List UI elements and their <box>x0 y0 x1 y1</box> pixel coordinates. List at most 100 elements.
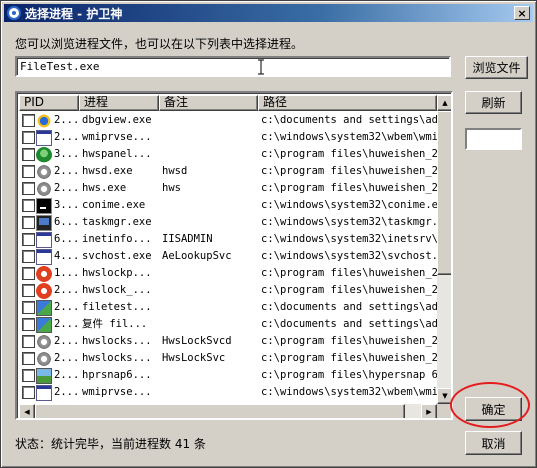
table-row[interactable]: 2... hwslocks... HwsLockSvcd c:\program fil… <box>19 333 437 350</box>
row-checkbox[interactable] <box>22 148 35 161</box>
row-checkbox[interactable] <box>22 386 35 399</box>
row-checkbox[interactable] <box>22 335 35 348</box>
process-name-cell: hwsd.exe <box>82 165 133 177</box>
browse-file-button[interactable]: 浏览文件 <box>465 56 528 79</box>
pid-cell: 2... <box>19 367 79 384</box>
gear-icon <box>36 163 52 180</box>
table-row[interactable]: 2... filetest... c:\documents and settings… <box>19 299 437 316</box>
table-row[interactable]: 2... hprsnap6... c:\program files\hypersna… <box>19 367 437 384</box>
note-cell <box>159 197 258 214</box>
table-row[interactable]: 2... hwslocks... HwsLockSvc c:\program file… <box>19 350 437 367</box>
pid-cell: 3... <box>19 197 79 214</box>
pid-cell: 2... <box>19 299 79 316</box>
scroll-right-button[interactable]: ▶ <box>421 404 437 418</box>
row-checkbox[interactable] <box>22 182 35 195</box>
scroll-up-button[interactable]: ▲ <box>437 95 451 111</box>
table-row[interactable]: 4... svchost.exe AeLookupSvc c:\windows\sys… <box>19 248 437 265</box>
pid-value: 2... <box>54 131 79 143</box>
path-cell: c:\windows\system32\conime.e... <box>261 199 437 211</box>
table-row[interactable]: 2... wmiprvse... c:\windows\system32\wbem\… <box>19 384 437 401</box>
pid-value: 2... <box>54 114 79 126</box>
path-cell: c:\documents and settings\ad... <box>261 114 437 126</box>
pid-value: 2... <box>54 335 79 347</box>
console-icon <box>36 197 52 214</box>
note-cell <box>159 112 258 129</box>
process-name-cell: 复件 fil... <box>82 318 148 330</box>
cancel-button[interactable]: 取消 <box>465 431 522 455</box>
select-process-dialog: 选择进程 - 护卫神 × 您可以浏览进程文件，也可以在以下列表中选择进程。 Fi… <box>0 0 537 468</box>
row-checkbox[interactable] <box>22 284 35 297</box>
pid-value: 6... <box>54 216 79 228</box>
horizontal-scroll-thumb[interactable] <box>35 404 405 418</box>
shield-icon <box>36 146 52 163</box>
pid-cell: 2... <box>19 333 79 350</box>
scroll-left-button[interactable]: ◀ <box>19 404 35 418</box>
column-header-pid[interactable]: PID <box>19 95 79 111</box>
process-list[interactable]: PID 进程 备注 路径 2... dbgview.exe c:\documents… <box>15 91 453 420</box>
path-cell: c:\windows\system32\taskmgr.e... <box>261 216 437 228</box>
pid-value: 2... <box>54 318 79 330</box>
window-icon <box>36 384 52 401</box>
row-checkbox[interactable] <box>22 352 35 365</box>
side-input-field[interactable] <box>465 128 522 150</box>
process-name-cell: wmiprvse... <box>82 131 152 143</box>
table-row[interactable]: 6... taskmgr.exe c:\windows\system32\taskm… <box>19 214 437 231</box>
refresh-button[interactable]: 刷新 <box>465 91 522 114</box>
table-row[interactable]: 3... conime.exe c:\windows\system32\conime… <box>19 197 437 214</box>
scroll-down-button[interactable]: ▼ <box>437 388 451 404</box>
path-cell: c:\documents and settings\ad... <box>261 301 437 313</box>
vertical-scrollbar[interactable]: ▲ ▼ <box>437 95 451 404</box>
column-header-note[interactable]: 备注 <box>159 95 258 111</box>
table-row[interactable]: 2... dbgview.exe c:\documents and settings… <box>19 112 437 129</box>
pid-value: 4... <box>54 250 79 262</box>
note-cell <box>159 214 258 231</box>
title-bar[interactable]: 选择进程 - 护卫神 × <box>4 4 533 22</box>
row-checkbox[interactable] <box>22 199 35 212</box>
photo-icon <box>36 367 52 384</box>
vertical-scroll-thumb[interactable] <box>437 111 451 275</box>
table-row[interactable]: 1... hwslockp... c:\program files\huweishe… <box>19 265 437 282</box>
row-checkbox[interactable] <box>22 267 35 280</box>
process-path-input[interactable]: FileTest.exe <box>15 56 451 77</box>
table-row[interactable]: 6... inetinfo... IISADMIN c:\windows\system… <box>19 231 437 248</box>
process-name-cell: hws.exe <box>82 182 127 194</box>
pid-cell: 6... <box>19 214 79 231</box>
row-checkbox[interactable] <box>22 318 35 331</box>
process-name-cell: dbgview.exe <box>82 114 152 126</box>
process-name-cell: svchost.exe <box>82 250 152 262</box>
pid-value: 2... <box>54 182 79 194</box>
column-header-process[interactable]: 进程 <box>79 95 159 111</box>
pid-cell: 1... <box>19 265 79 282</box>
ok-button[interactable]: 确定 <box>465 397 522 421</box>
path-cell: c:\program files\huweishen_2... <box>261 148 437 160</box>
table-row[interactable]: 3... hwspanel... c:\program files\huweishe… <box>19 146 437 163</box>
horizontal-scrollbar[interactable]: ◀ ▶ <box>19 404 437 418</box>
row-checkbox[interactable] <box>22 131 35 144</box>
table-row[interactable]: 2... 复件 fil... c:\documents and settings\a… <box>19 316 437 333</box>
row-checkbox[interactable] <box>22 233 35 246</box>
monitor-icon <box>36 214 52 231</box>
column-header-path[interactable]: 路径 <box>258 95 437 111</box>
row-checkbox[interactable] <box>22 301 35 314</box>
row-checkbox[interactable] <box>22 165 35 178</box>
table-row[interactable]: 2... hwslock_... c:\program files\huweishe… <box>19 282 437 299</box>
row-checkbox[interactable] <box>22 216 35 229</box>
note-cell <box>159 316 258 333</box>
window-title: 选择进程 - 护卫神 <box>25 6 123 21</box>
lock-icon <box>36 265 52 282</box>
note-cell <box>159 299 258 316</box>
table-row[interactable]: 2... hws.exe hws c:\program files\huweishen… <box>19 180 437 197</box>
row-checkbox[interactable] <box>22 369 35 382</box>
process-name-cell: hwspanel... <box>82 148 152 160</box>
row-checkbox[interactable] <box>22 250 35 263</box>
pid-cell: 4... <box>19 248 79 265</box>
table-row[interactable]: 2... wmiprvse... c:\windows\system32\wbem\… <box>19 129 437 146</box>
pid-cell: 6... <box>19 231 79 248</box>
row-checkbox[interactable] <box>22 114 35 127</box>
app-icon <box>36 316 52 333</box>
process-name-cell: filetest... <box>82 301 152 313</box>
app-logo-icon <box>7 6 21 20</box>
table-row[interactable]: 2... hwsd.exe hwsd c:\program files\huweish… <box>19 163 437 180</box>
close-button[interactable]: × <box>514 6 530 20</box>
process-name-cell: hwslockp... <box>82 267 152 279</box>
